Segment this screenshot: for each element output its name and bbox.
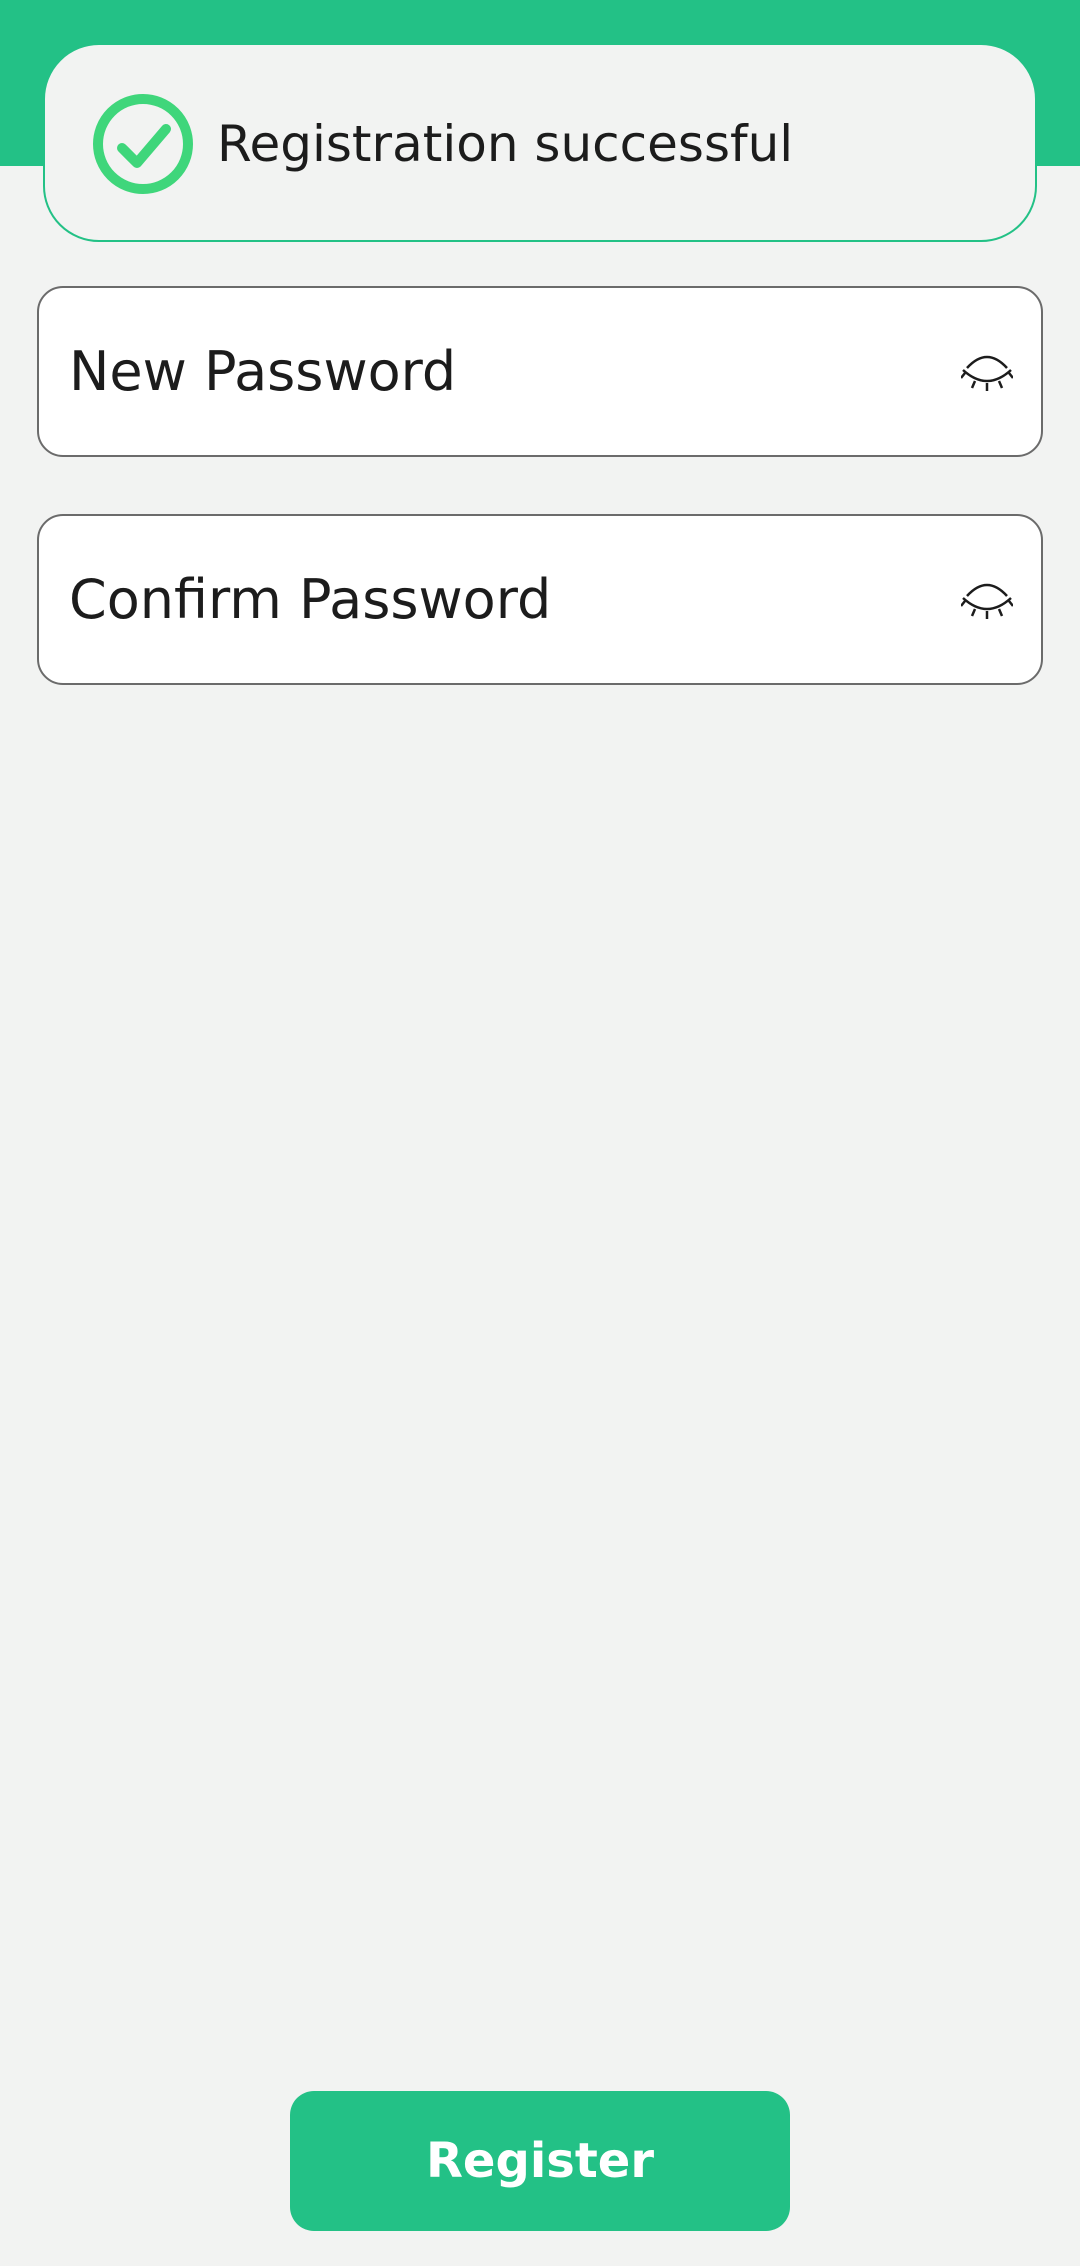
eye-closed-icon[interactable] [961,348,1013,394]
register-button[interactable]: Register [290,2091,790,2231]
confirm-password-input[interactable] [69,516,969,683]
check-circle-icon [92,93,194,195]
registration-screen: Registration successful Register [0,0,1080,2266]
success-toast: Registration successful [43,43,1037,242]
new-password-input[interactable] [69,288,969,455]
confirm-password-field[interactable] [37,514,1043,685]
new-password-field[interactable] [37,286,1043,457]
eye-closed-icon[interactable] [961,576,1013,622]
toast-message: Registration successful [217,115,794,173]
